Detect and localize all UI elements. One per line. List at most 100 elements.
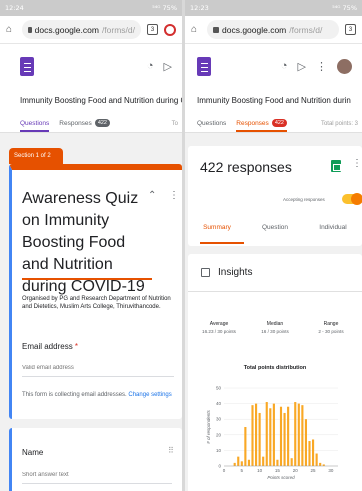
google-forms-icon[interactable] xyxy=(197,56,211,76)
bar xyxy=(262,456,265,466)
bar xyxy=(244,427,247,466)
subtab-indicator xyxy=(200,242,244,244)
bar xyxy=(311,439,315,466)
bar xyxy=(308,441,311,466)
avatar[interactable] xyxy=(337,58,352,74)
responses-badge: 422 xyxy=(271,119,287,127)
browser-menu-icon[interactable] xyxy=(164,23,176,36)
status-bar: 12:23 ⁵⁴ᴳ 75% xyxy=(185,0,362,16)
title-underline xyxy=(22,278,152,280)
email-label: Email address * xyxy=(22,342,79,351)
tab-tail-text: To xyxy=(171,121,178,127)
required-asterisk: * xyxy=(74,342,79,351)
y-tick-label: 50 xyxy=(216,386,222,391)
bar xyxy=(290,458,293,466)
subtab-question[interactable]: Question xyxy=(246,224,304,237)
tab-count-button[interactable]: 3 xyxy=(147,24,158,35)
collect-note: This form is collecting email addresses.… xyxy=(22,392,172,398)
chart-title: Total points distribution xyxy=(243,365,307,371)
drag-handle-icon[interactable]: ⠿ xyxy=(168,446,174,455)
sheets-icon[interactable] xyxy=(331,160,341,172)
bar xyxy=(269,408,272,466)
x-tick-label: 10 xyxy=(257,468,263,473)
collapse-icon[interactable]: ⌃ xyxy=(148,190,156,201)
more-options-icon[interactable]: ⋮ xyxy=(316,60,327,73)
subtab-individual[interactable]: Individual xyxy=(304,224,362,237)
more-options-icon[interactable]: ⋮ xyxy=(169,190,179,201)
name-question-card: Name ⠿ xyxy=(9,428,182,491)
screenshot-collage: 12:24 ⁵⁴ᴳ 75% ⌂ docs.google.com/forms/d/… xyxy=(0,0,362,491)
more-options-icon[interactable]: ⋮ xyxy=(352,158,362,169)
name-underline xyxy=(22,483,172,484)
home-icon[interactable]: ⌂ xyxy=(6,24,16,35)
bar xyxy=(283,412,286,466)
bar xyxy=(237,456,240,466)
x-tick-label: 5 xyxy=(241,468,244,473)
section-tag: Section 1 of 2 xyxy=(9,148,63,164)
response-subtabs: Summary Question Individual xyxy=(188,224,362,237)
status-bar: 12:24 ⁵⁴ᴳ 75% xyxy=(0,0,182,16)
bar xyxy=(319,462,322,466)
x-tick-label: 15 xyxy=(275,468,281,473)
url-domain: docs.google.com xyxy=(222,24,287,35)
accepting-label: Accepting responses xyxy=(283,197,325,202)
tab-count-button[interactable]: 3 xyxy=(345,24,356,35)
palette-icon[interactable]: ◔ xyxy=(281,60,288,72)
status-right: ⁵⁴ᴳ 75% xyxy=(152,4,177,12)
status-time: 12:23 xyxy=(190,4,209,12)
y-tick-label: 10 xyxy=(216,448,222,453)
x-tick-label: 0 xyxy=(223,468,226,473)
tab-questions[interactable]: Questions xyxy=(197,120,226,132)
bar xyxy=(276,459,279,466)
form-description[interactable]: Organised by PG and Research Department … xyxy=(22,295,174,311)
tab-responses[interactable]: Responses 422 xyxy=(236,119,287,132)
palette-icon[interactable]: ◔ xyxy=(147,60,154,72)
bar xyxy=(258,412,261,466)
lock-icon xyxy=(28,26,32,33)
lock-icon xyxy=(213,26,219,33)
email-underline xyxy=(22,376,174,377)
responses-panel: 12:23 ⁵⁴ᴳ 75% ⌂ docs.google.com/forms/d/… xyxy=(185,0,362,491)
editor-tabs: Questions Responses 422 Total points: 3 xyxy=(185,113,362,133)
bar xyxy=(254,403,258,466)
insights-title: Insights xyxy=(218,267,253,278)
bar xyxy=(233,462,236,466)
bar xyxy=(272,403,275,466)
accepting-toggle[interactable] xyxy=(342,193,362,205)
change-settings-link[interactable]: Change settings xyxy=(128,392,171,398)
y-tick-label: 20 xyxy=(216,432,222,437)
bar xyxy=(301,405,304,466)
responses-badge: 422 xyxy=(94,119,110,127)
bar xyxy=(265,402,268,466)
name-label[interactable]: Name xyxy=(22,448,43,457)
tab-responses[interactable]: Responses 422 xyxy=(59,119,110,132)
total-points-text: Total points: 3 xyxy=(320,121,358,127)
tab-questions[interactable]: Questions xyxy=(20,120,50,132)
bar xyxy=(240,461,243,466)
url-domain: docs.google.com xyxy=(34,24,99,35)
y-tick-label: 30 xyxy=(216,417,222,422)
quiz-title[interactable]: Awareness Quiz on Immunity Boosting Food… xyxy=(22,188,152,298)
x-tick-label: 20 xyxy=(293,468,299,473)
name-field[interactable] xyxy=(22,472,102,478)
form-editor-panel: 12:24 ⁵⁴ᴳ 75% ⌂ docs.google.com/forms/d/… xyxy=(0,0,182,491)
y-axis-label: # of respondents xyxy=(206,409,211,443)
send-icon[interactable]: ▷ xyxy=(164,60,172,73)
responses-count: 422 responses xyxy=(200,159,292,175)
stat-median: Median 16 / 30 points xyxy=(261,321,289,334)
insights-card: Insights Average 16.23 / 30 points Media… xyxy=(188,254,362,491)
send-icon[interactable]: ▷ xyxy=(298,60,306,73)
points-distribution-chart: 0 10 20 30 40 50 0 5 10 15 20 25 30 Points scored # of… xyxy=(206,386,338,480)
y-tick-label: 0 xyxy=(218,464,221,469)
home-icon[interactable]: ⌂ xyxy=(191,24,201,35)
url-field[interactable]: docs.google.com/forms/d/ xyxy=(207,20,339,39)
url-path: /forms/d/ xyxy=(101,24,135,35)
url-field[interactable]: docs.google.com/forms/d/ xyxy=(22,20,141,39)
bar xyxy=(297,403,300,466)
email-field[interactable] xyxy=(22,365,102,371)
google-forms-icon[interactable] xyxy=(20,56,34,76)
forms-app-bar: ◔ ▷ ⋮ xyxy=(185,44,362,88)
responses-summary-card: 422 responses ⋮ Accepting responses Summ… xyxy=(188,146,362,246)
status-right: ⁵⁴ᴳ 75% xyxy=(332,4,357,12)
subtab-summary[interactable]: Summary xyxy=(188,224,246,237)
